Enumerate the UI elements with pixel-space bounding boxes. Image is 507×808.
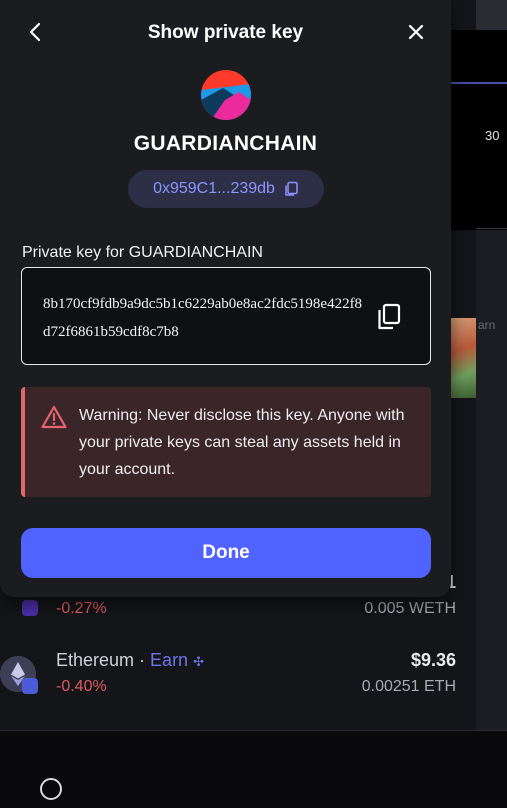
asset-change: -0.27% [56, 600, 107, 617]
chain-badge-icon [22, 678, 38, 694]
chain-badge-icon [22, 600, 38, 616]
background-chart-line [450, 82, 507, 84]
warning-triangle-icon [41, 405, 67, 429]
warning-banner: Warning: Never disclose this key. Anyone… [21, 387, 431, 497]
asset-change: -0.40% [56, 678, 107, 695]
copy-icon [285, 181, 298, 196]
asset-amount: 0.005 WETH [364, 600, 456, 617]
show-private-key-modal: Show private key GUARDIANCHAIN 0x959C1..… [0, 0, 451, 597]
copy-private-key-icon[interactable] [376, 303, 402, 331]
account-address: 0x959C1...239db [153, 180, 275, 197]
earn-label: Earn [150, 650, 189, 670]
private-key-label: Private key for GUARDIANCHAIN [22, 244, 263, 261]
asset-amount: 0.00251 ETH [361, 678, 456, 695]
address-copy-button[interactable]: 0x959C1...239db [128, 170, 324, 208]
done-button[interactable]: Done [21, 528, 431, 578]
modal-header: Show private key [0, 0, 451, 66]
modal-title: Show private key [147, 22, 304, 43]
account-avatar [201, 70, 251, 120]
warning-text: Warning: Never disclose this key. Anyone… [79, 407, 405, 478]
background-top-strip [476, 0, 507, 30]
asset-row-ethereum[interactable]: Ethereum · Earn ✣ -0.40% $9.36 0.00251 E… [0, 648, 476, 718]
background-divider [476, 228, 507, 229]
bottom-bar [0, 730, 507, 808]
private-key-value[interactable]: 8b170cf9fdb9a9dc5b1c6229ab0e8ac2fdc5198e… [43, 290, 363, 346]
close-icon[interactable] [404, 20, 428, 44]
sprout-icon: ✣ [193, 654, 204, 669]
background-nft-thumbnail [450, 318, 476, 398]
background-chart-label: 30 [485, 128, 500, 143]
private-key-box: 8b170cf9fdb9a9dc5b1c6229ab0e8ac2fdc5198e… [21, 267, 431, 365]
background-nft-text: arn [478, 318, 496, 332]
asset-name: Ethereum · Earn ✣ [56, 650, 204, 670]
account-name: GUARDIANCHAIN [133, 132, 318, 155]
asset-value: $9.36 [410, 650, 456, 670]
circle-button-icon[interactable] [40, 778, 62, 800]
